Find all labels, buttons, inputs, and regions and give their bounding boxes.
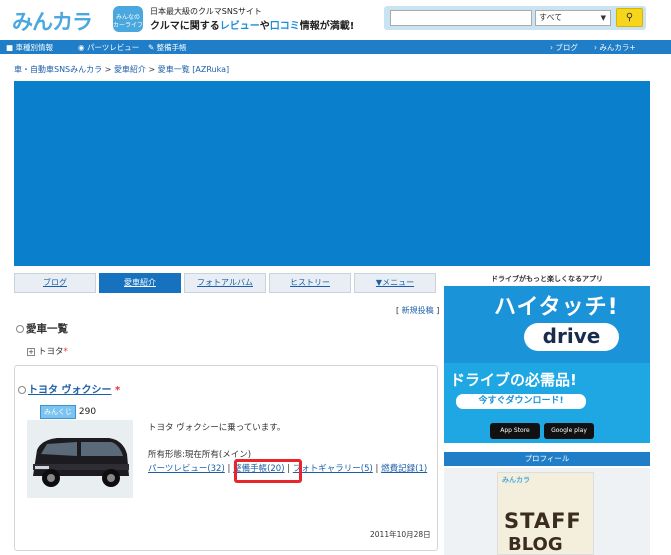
nav-blog[interactable]: › ブログ — [550, 42, 578, 53]
ad-download-button[interactable]: 今すぐダウンロード! — [456, 394, 586, 409]
page-title: 愛車一覧 — [16, 321, 68, 336]
fuel-log-link[interactable]: 燃費記録(1) — [381, 464, 427, 474]
tab-photo-album[interactable]: フォトアルバム — [184, 273, 266, 293]
staff-text: STAFF — [504, 509, 582, 533]
logo-badge: みんなの カーライフ — [113, 6, 143, 32]
breadcrumb-car-list[interactable]: 愛車一覧 [AZRuka] — [158, 65, 229, 74]
global-nav: ■ 車種別情報 ◉ パーツレビュー ✎ 整備手帳 › ブログ › みんカラ+ — [0, 40, 671, 54]
banner-ad[interactable] — [14, 81, 650, 266]
ad-must-text: ドライブの必需品! — [450, 371, 577, 389]
tab-car-intro[interactable]: 愛車紹介 — [99, 273, 181, 293]
blog-text: BLOG — [508, 534, 563, 555]
expand-icon[interactable]: + — [27, 347, 35, 356]
ad-top-text: ドライブがもっと楽しくなるアプリ — [444, 273, 650, 286]
ad-title: ハイタッチ! — [494, 295, 619, 320]
staff-logo: みんカラ — [502, 476, 530, 484]
car-image-icon — [27, 420, 133, 498]
car-photo[interactable] — [27, 420, 133, 498]
tagline-main: クルマに関するレビューや口コミ情報が満載! — [150, 21, 355, 32]
site-logo[interactable]: みんカラ — [12, 6, 93, 36]
dropdown-arrow-icon: ▼ — [600, 14, 606, 22]
nav-maintenance[interactable]: ✎ 整備手帳 — [148, 42, 187, 53]
breadcrumb: 車・自動車SNSみんカラ > 愛車紹介 > 愛車一覧 [AZRuka] — [14, 65, 230, 74]
nav-parts-review[interactable]: ◉ パーツレビュー — [78, 42, 139, 53]
photo-gallery-link[interactable]: フォトギャラリー(5) — [293, 464, 373, 474]
maker-tree-item[interactable]: + トヨタ* — [27, 345, 68, 357]
ad-drive: drive — [524, 323, 619, 351]
tab-history[interactable]: ヒストリー — [269, 273, 351, 293]
highlight-box — [234, 459, 302, 483]
circle-icon — [16, 325, 24, 333]
site-header: みんカラ みんなの カーライフ 日本最大級のクルマSNSサイト クルマに関するレ… — [0, 0, 671, 40]
staff-blog-avatar[interactable]: みんカラ STAFF BLOG — [497, 472, 594, 555]
tagline-small: 日本最大級のクルマSNSサイト — [150, 7, 262, 16]
asterisk-icon: * — [63, 347, 68, 357]
nav-minkara-plus[interactable]: › みんカラ+ — [594, 42, 636, 53]
tab-blog[interactable]: ブログ — [14, 273, 96, 293]
search-input[interactable] — [390, 10, 532, 26]
mikuji-count: 290 — [78, 407, 97, 417]
asterisk-icon: * — [114, 385, 121, 396]
tab-menu[interactable]: ▼メニュー — [354, 273, 436, 293]
circle-icon — [18, 386, 26, 394]
parts-review-link[interactable]: パーツレビュー(32) — [148, 464, 225, 474]
nav-car-info[interactable]: ■ 車種別情報 — [6, 42, 53, 53]
new-post-link[interactable]: [ 新規投稿 ] — [396, 305, 439, 316]
car-name-link[interactable]: トヨタ ヴォクシー — [28, 385, 111, 396]
car-description: トヨタ ヴォクシーに乗っています。 — [148, 423, 286, 433]
mikuji-badge[interactable]: みんくじ 290 — [40, 405, 97, 419]
search-button[interactable]: ⚲ — [616, 8, 643, 27]
search-category-select[interactable]: すべて ▼ — [535, 10, 611, 26]
search-icon: ⚲ — [625, 12, 634, 23]
car-title: トヨタ ヴォクシー * — [18, 381, 120, 396]
profile-tabs: ブログ 愛車紹介 フォトアルバム ヒストリー ▼メニュー — [14, 273, 436, 293]
profile-heading: プロフィール — [444, 452, 650, 466]
app-store-badge[interactable]: App Store — [490, 423, 540, 439]
breadcrumb-home[interactable]: 車・自動車SNSみんカラ — [14, 65, 102, 74]
car-date: 2011年10月28日 — [370, 530, 431, 539]
breadcrumb-car-intro[interactable]: 愛車紹介 — [114, 65, 146, 74]
app-ad[interactable]: ドライブがもっと楽しくなるアプリ ハイタッチ! drive ドライブの必需品! … — [444, 273, 650, 443]
google-play-badge[interactable]: Google play — [544, 423, 594, 439]
